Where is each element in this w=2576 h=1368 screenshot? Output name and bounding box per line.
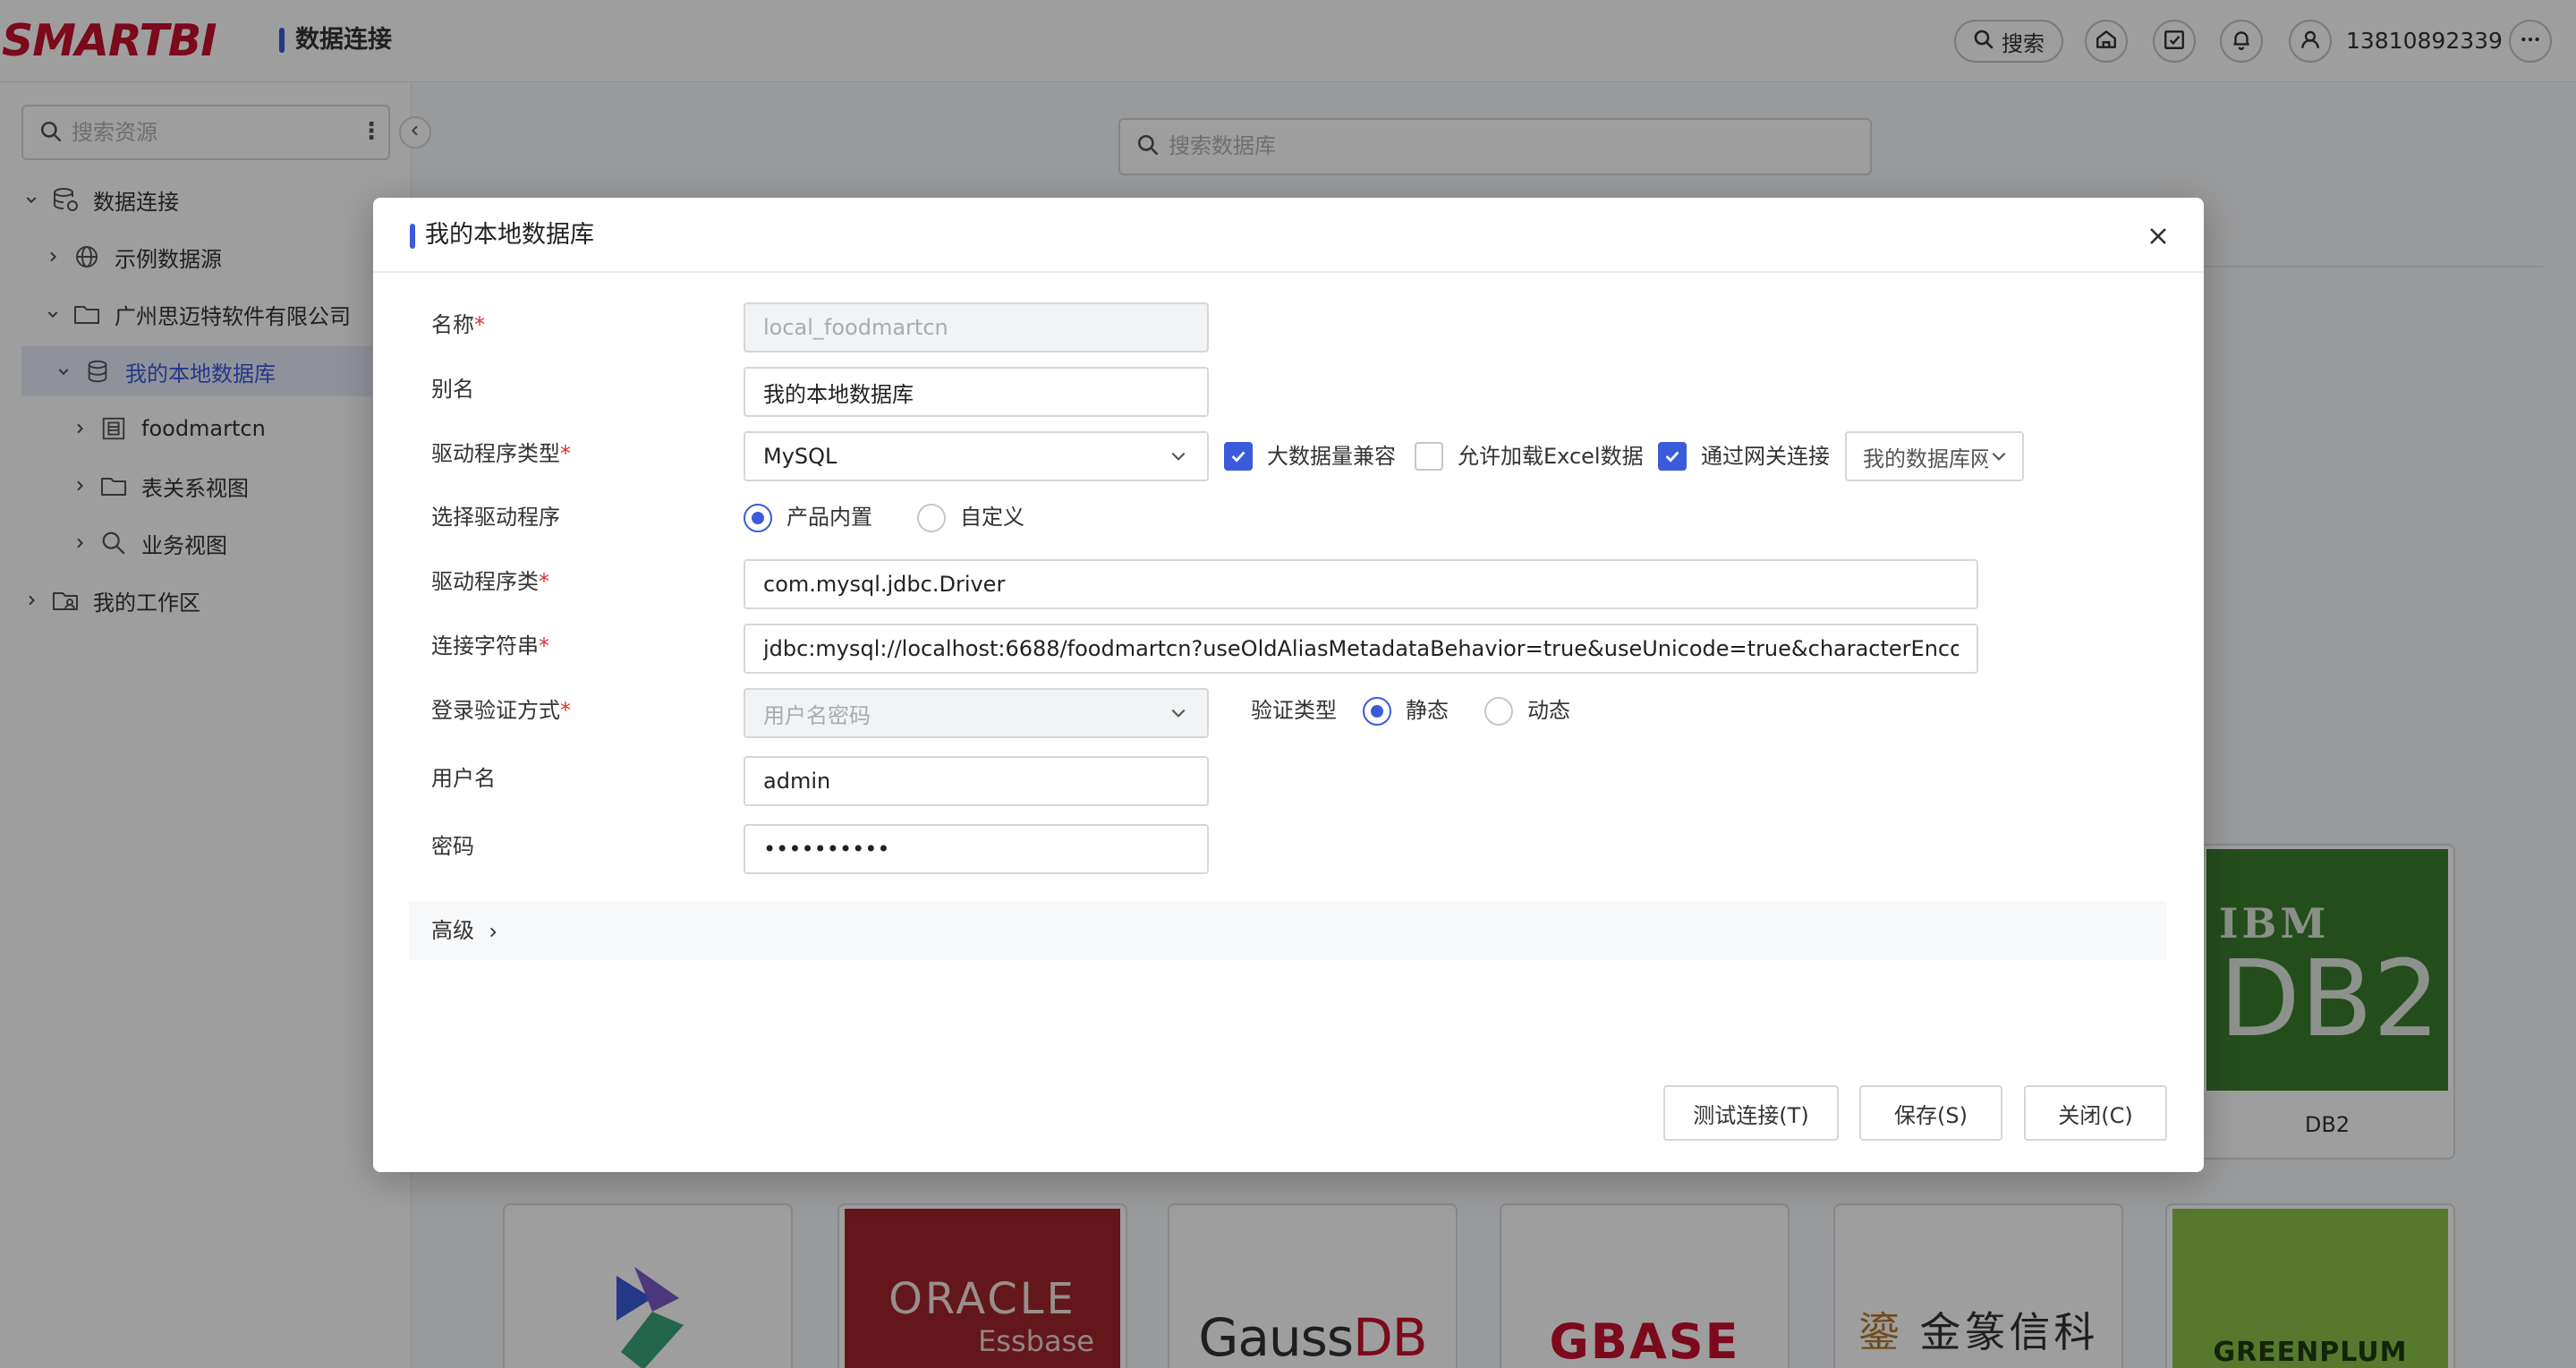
allow-excel-checkbox[interactable] — [1415, 442, 1443, 471]
chevron-down-icon — [1168, 446, 1189, 467]
driver-choice-label: 选择驱动程序 — [431, 505, 560, 530]
gateway-select[interactable]: 我的数据库网 — [1845, 431, 2024, 481]
gateway-select-value: 我的数据库网 — [1863, 446, 1988, 472]
big-data-label: 大数据量兼容 — [1267, 444, 1396, 469]
name-field[interactable] — [744, 302, 1209, 353]
database-connection-dialog: 我的本地数据库 名称* 别名 驱动程序类型* MySQL 大数据量兼容 允许加载… — [373, 198, 2204, 1172]
close-button[interactable]: 关闭(C) — [2024, 1085, 2167, 1141]
auth-static-radio[interactable] — [1363, 697, 1391, 726]
driver-type-label: 驱动程序类型* — [431, 441, 571, 466]
auth-dynamic-radio[interactable] — [1484, 697, 1513, 726]
save-button[interactable]: 保存(S) — [1859, 1085, 2002, 1141]
driver-custom-radio[interactable] — [917, 504, 946, 532]
username-label: 用户名 — [431, 766, 496, 791]
driver-type-value: MySQL — [763, 444, 837, 469]
password-field[interactable] — [744, 824, 1209, 874]
chevron-down-icon — [1168, 702, 1189, 724]
auth-type-label: 验证类型 — [1251, 698, 1337, 723]
advanced-section[interactable] — [409, 901, 2166, 960]
auth-dynamic-label: 动态 — [1527, 698, 1570, 723]
driver-builtin-label: 产品内置 — [786, 505, 872, 530]
advanced-toggle[interactable]: 高级 — [431, 913, 499, 949]
test-connection-button[interactable]: 测试连接(T) — [1663, 1085, 1839, 1141]
chevron-right-icon — [487, 913, 499, 949]
conn-string-label: 连接字符串* — [431, 633, 549, 659]
dialog-title: 我的本地数据库 — [425, 221, 594, 249]
allow-excel-label: 允许加载Excel数据 — [1458, 444, 1644, 469]
alias-label: 别名 — [431, 377, 474, 402]
driver-type-select[interactable]: MySQL — [744, 431, 1209, 481]
driver-class-label: 驱动程序类* — [431, 569, 549, 594]
driver-builtin-radio[interactable] — [744, 504, 772, 532]
username-field[interactable] — [744, 756, 1209, 806]
password-label: 密码 — [431, 834, 474, 859]
advanced-label: 高级 — [431, 918, 474, 943]
login-method-value: 用户名密码 — [763, 702, 871, 728]
chevron-down-icon — [1988, 446, 2010, 467]
name-label: 名称* — [431, 312, 485, 337]
login-method-select[interactable]: 用户名密码 — [744, 688, 1209, 738]
dialog-title-accent — [410, 224, 415, 249]
alias-field[interactable] — [744, 367, 1209, 417]
dialog-header — [373, 198, 2204, 273]
auth-static-label: 静态 — [1406, 698, 1449, 723]
big-data-checkbox[interactable] — [1224, 442, 1253, 471]
close-icon[interactable] — [2143, 221, 2173, 251]
conn-string-field[interactable] — [744, 624, 1978, 674]
gateway-label: 通过网关连接 — [1701, 444, 1830, 469]
driver-custom-label: 自定义 — [960, 505, 1024, 530]
login-method-label: 登录验证方式* — [431, 698, 571, 723]
driver-class-field[interactable] — [744, 559, 1978, 609]
gateway-checkbox[interactable] — [1658, 442, 1687, 471]
